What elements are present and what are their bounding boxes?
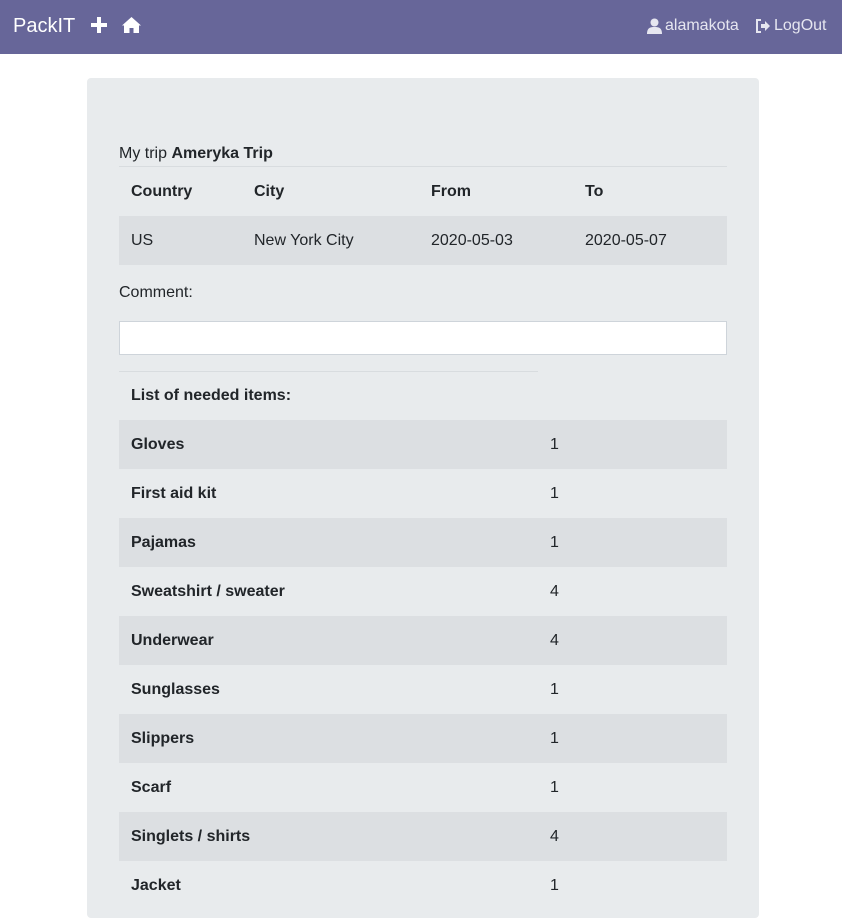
trip-card: My trip Ameryka Trip Country City From T… — [87, 78, 759, 918]
logout-icon — [756, 19, 770, 33]
list-item: Singlets / shirts 4 — [119, 812, 727, 861]
list-item: Slippers 1 — [119, 714, 727, 763]
item-name: Sweatshirt / sweater — [131, 583, 285, 600]
comment-label: Comment: — [119, 284, 193, 301]
item-quantity: 4 — [550, 583, 559, 600]
cell-country: US — [131, 232, 154, 249]
cell-city: New York City — [254, 232, 354, 249]
list-item: Underwear 4 — [119, 616, 727, 665]
items-table: List of needed items: Gloves 1 First aid … — [119, 371, 727, 910]
item-name: Sunglasses — [131, 681, 220, 698]
trip-details-table: Country City From To US New York City 20… — [119, 166, 727, 265]
trip-table-header: Country City From To — [119, 167, 727, 216]
list-item: First aid kit 1 — [119, 469, 727, 518]
logout-button[interactable]: LogOut — [755, 17, 826, 35]
item-quantity: 1 — [550, 730, 559, 747]
add-trip-icon[interactable] — [90, 16, 110, 36]
list-item: Gloves 1 — [119, 420, 727, 469]
item-quantity: 1 — [550, 485, 559, 502]
user-menu[interactable]: alamakota — [647, 17, 739, 35]
item-name: First aid kit — [131, 485, 217, 502]
cell-to: 2020-05-07 — [585, 232, 667, 249]
header-city: City — [254, 183, 285, 200]
item-name: Pajamas — [131, 534, 196, 551]
list-item: Sweatshirt / sweater 4 — [119, 567, 727, 616]
item-name: Slippers — [131, 730, 195, 747]
username: alamakota — [665, 17, 739, 34]
logout-label: LogOut — [774, 17, 827, 34]
item-name: Jacket — [131, 877, 181, 894]
brand-logo[interactable]: PackIT — [13, 15, 75, 38]
item-name: Gloves — [131, 436, 185, 453]
item-quantity: 1 — [550, 877, 559, 894]
header-to: To — [585, 183, 604, 200]
comment-input[interactable] — [119, 321, 727, 355]
header-country: Country — [131, 183, 193, 200]
item-quantity: 4 — [550, 828, 559, 845]
user-icon — [647, 18, 662, 34]
list-item: Sunglasses 1 — [119, 665, 727, 714]
item-quantity: 1 — [550, 779, 559, 796]
items-heading: List of needed items: — [131, 387, 292, 404]
header-from: From — [431, 183, 471, 200]
item-name: Scarf — [131, 779, 172, 796]
navbar: PackIT alamakota LogOut — [0, 0, 842, 54]
item-name: Underwear — [131, 632, 214, 649]
trip-title: My trip Ameryka Trip — [119, 145, 273, 163]
list-item: Jacket 1 — [119, 861, 727, 910]
trip-name: Ameryka Trip — [171, 145, 273, 162]
list-item: Scarf 1 — [119, 763, 727, 812]
list-item: Pajamas 1 — [119, 518, 727, 567]
item-quantity: 1 — [550, 436, 559, 453]
home-icon[interactable] — [121, 16, 141, 36]
cell-from: 2020-05-03 — [431, 232, 513, 249]
item-quantity: 1 — [550, 534, 559, 551]
item-quantity: 1 — [550, 681, 559, 698]
trip-title-prefix: My trip — [119, 145, 167, 162]
trip-table-row: US New York City 2020-05-03 2020-05-07 — [119, 216, 727, 265]
item-quantity: 4 — [550, 632, 559, 649]
item-name: Singlets / shirts — [131, 828, 251, 845]
items-table-header: List of needed items: — [119, 371, 727, 420]
